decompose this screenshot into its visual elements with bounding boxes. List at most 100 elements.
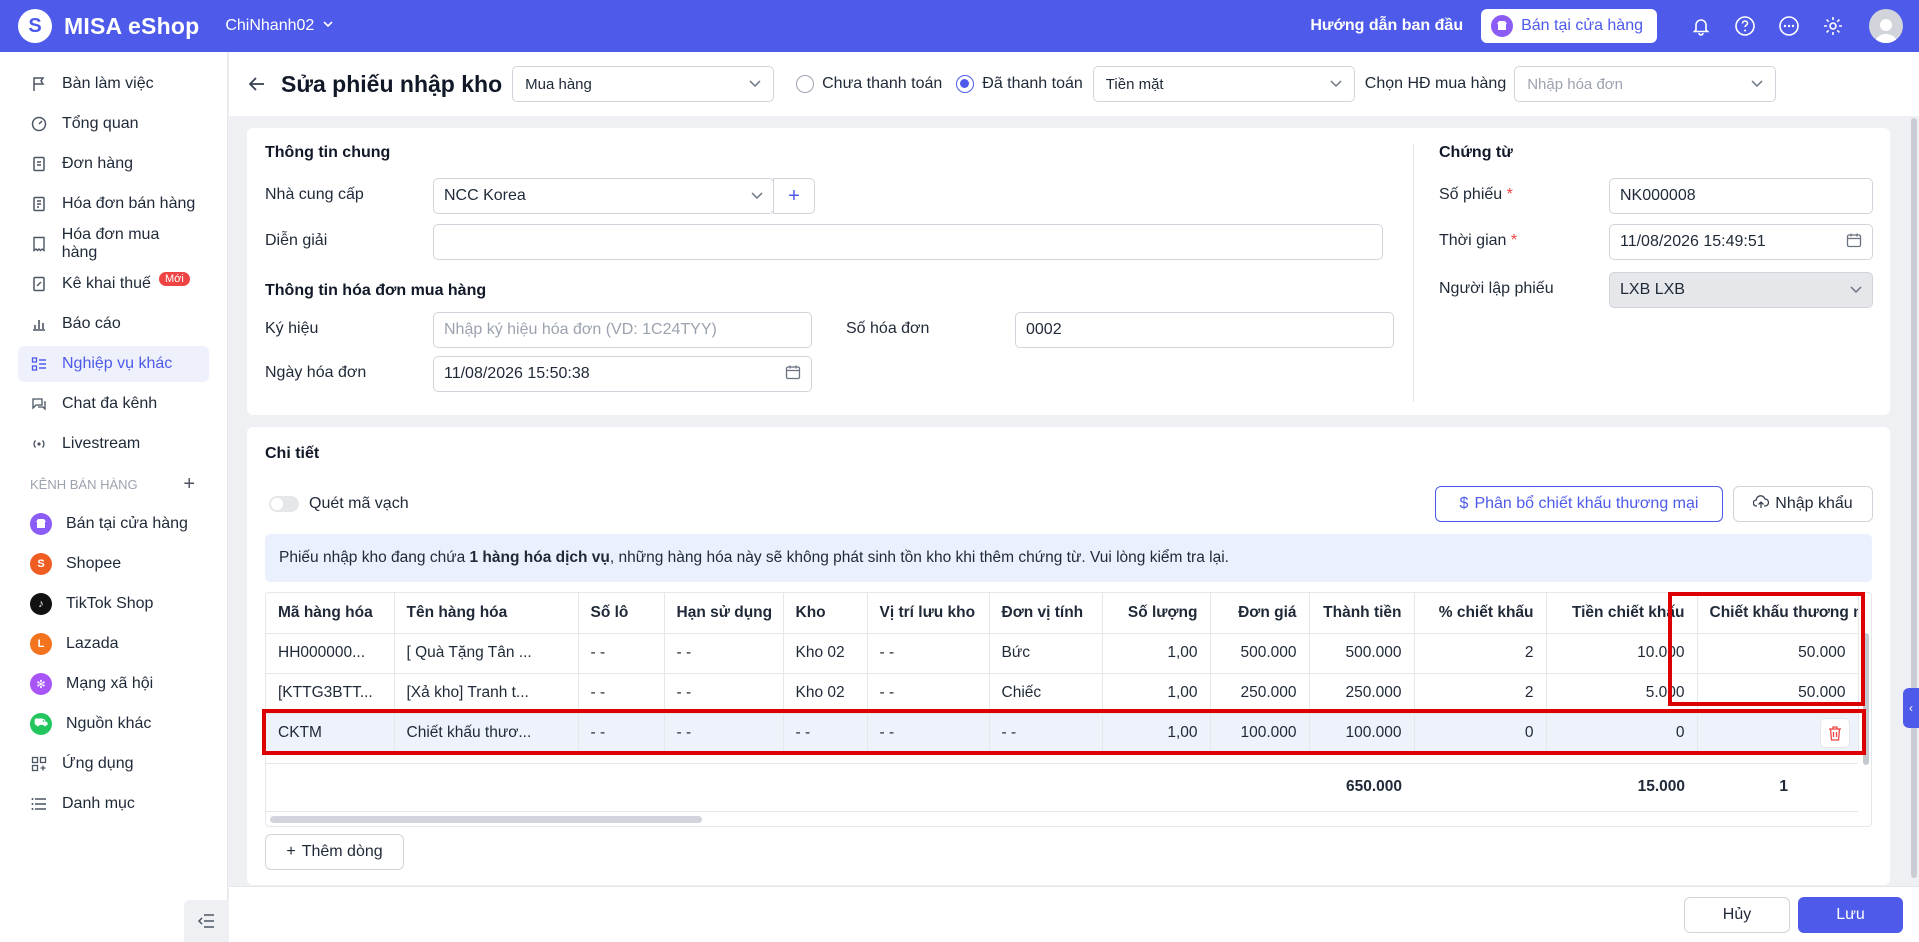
table-cell[interactable]: 250.000 <box>1309 673 1415 714</box>
page-scrollbar[interactable] <box>1911 118 1917 878</box>
side-panel-toggle[interactable]: ‹ <box>1903 688 1919 728</box>
table-cell[interactable]: 1,00 <box>1102 633 1211 674</box>
sidebar-channel-tiktok[interactable]: ♪ TikTok Shop <box>18 586 209 622</box>
symbol-input[interactable]: Nhập ký hiệu hóa đơn (VD: 1C24TYY) <box>433 312 812 348</box>
table-cell[interactable]: - - <box>867 633 990 674</box>
table-cell[interactable]: Chiếc <box>989 673 1103 714</box>
sidebar-item-desk[interactable]: Bàn làm việc <box>18 66 209 102</box>
sidebar-item-catalog[interactable]: Danh mục <box>18 786 209 822</box>
unpaid-radio[interactable]: Chưa thanh toán <box>796 75 942 93</box>
sidebar-item-other-operations[interactable]: Nghiệp vụ khác <box>18 346 209 382</box>
vertical-scrollbar[interactable] <box>1863 633 1869 765</box>
sidebar-item-overview[interactable]: Tổng quan <box>18 106 209 142</box>
table-cell[interactable]: - - <box>664 673 784 714</box>
table-cell[interactable]: 100.000 <box>1210 713 1310 754</box>
table-row[interactable]: CKTM Chiết khấu thươ... - - - - - - - - … <box>266 713 1859 754</box>
column-header[interactable]: Số lượng <box>1102 593 1211 634</box>
table-cell[interactable]: Chiết khấu thươ... <box>394 713 579 754</box>
back-arrow-icon[interactable] <box>243 70 271 98</box>
column-header[interactable]: Tiền chiết khấu <box>1546 593 1698 634</box>
sidebar-item-apps[interactable]: Ứng dụng <box>18 746 209 782</box>
invoice-date-picker[interactable]: 11/08/2026 15:50:38 <box>433 356 812 392</box>
column-header[interactable]: Đơn giá <box>1210 593 1310 634</box>
supplier-select[interactable]: NCC Korea <box>433 178 774 214</box>
more-icon[interactable] <box>1776 13 1802 39</box>
table-cell[interactable]: 500.000 <box>1309 633 1415 674</box>
voucher-no-input[interactable]: NK000008 <box>1609 178 1873 214</box>
gear-icon[interactable] <box>1820 13 1846 39</box>
table-cell[interactable] <box>1697 713 1859 754</box>
table-row[interactable]: [KTTG3BTT... [Xả kho] Tranh t... - - - -… <box>266 673 1859 714</box>
voucher-type-select[interactable]: Mua hàng <box>512 66 775 102</box>
table-cell[interactable]: CKTM <box>266 713 395 754</box>
table-cell[interactable]: Bức <box>989 633 1103 674</box>
branch-selector[interactable]: ChiNhanh02 <box>225 17 334 35</box>
purchase-contract-select[interactable]: Nhập hóa đơn <box>1514 66 1777 102</box>
column-header[interactable]: Kho <box>783 593 868 634</box>
import-button[interactable]: Nhập khẩu <box>1733 486 1873 522</box>
help-icon[interactable] <box>1732 13 1758 39</box>
payment-method-select[interactable]: Tiền mặt <box>1092 66 1355 102</box>
table-cell[interactable]: - - <box>664 713 784 754</box>
sidebar-item-livestream[interactable]: Livestream <box>18 426 209 462</box>
table-cell[interactable]: - - <box>867 713 990 754</box>
column-header[interactable]: Tên hàng hóa <box>394 593 579 634</box>
table-cell[interactable]: Kho 02 <box>783 673 868 714</box>
store-sale-button[interactable]: Bán tại cửa hàng <box>1481 9 1657 43</box>
table-cell[interactable]: [ Quà Tặng Tân ... <box>394 633 579 674</box>
table-cell[interactable]: Kho 02 <box>783 633 868 674</box>
table-cell[interactable]: [Xả kho] Tranh t... <box>394 673 579 714</box>
barcode-toggle[interactable]: Quét mã vạch <box>269 495 409 513</box>
bell-icon[interactable] <box>1688 13 1714 39</box>
table-cell[interactable]: 50.000 <box>1697 673 1859 714</box>
sidebar-channel-store[interactable]: Bán tại cửa hàng <box>18 506 209 542</box>
add-row-button[interactable]: + Thêm dòng <box>265 834 404 870</box>
table-cell[interactable]: - - <box>664 633 784 674</box>
table-cell[interactable]: 250.000 <box>1210 673 1310 714</box>
description-input[interactable] <box>433 224 1383 260</box>
table-cell[interactable]: - - <box>989 713 1103 754</box>
column-header[interactable]: Vị trí lưu kho <box>867 593 990 634</box>
save-button[interactable]: Lưu <box>1798 897 1903 933</box>
guide-link[interactable]: Hướng dẫn ban đầu <box>1310 17 1463 35</box>
cancel-button[interactable]: Hủy <box>1684 897 1790 933</box>
table-cell[interactable]: - - <box>783 713 868 754</box>
sidebar-channel-shopee[interactable]: S Shopee <box>18 546 209 582</box>
trash-icon[interactable] <box>1819 718 1850 748</box>
sidebar-item-reports[interactable]: Báo cáo <box>18 306 209 342</box>
allocate-discount-button[interactable]: $ Phân bổ chiết khấu thương mại <box>1435 486 1723 522</box>
table-cell[interactable]: - - <box>578 713 665 754</box>
invoice-number-input[interactable]: 0002 <box>1015 312 1394 348</box>
table-cell[interactable]: 50.000 <box>1697 633 1859 674</box>
table-cell[interactable]: 1,00 <box>1102 713 1211 754</box>
table-cell[interactable]: - - <box>578 633 665 674</box>
column-header[interactable]: Hạn sử dụng <box>664 593 784 634</box>
sidebar-channel-other[interactable]: ⛟ Nguồn khác <box>18 706 209 742</box>
column-header[interactable]: Mã hàng hóa <box>266 593 395 634</box>
sidebar-item-sales-invoice[interactable]: Hóa đơn bán hàng <box>18 186 209 222</box>
table-cell[interactable]: 1,00 <box>1102 673 1211 714</box>
sidebar-channel-lazada[interactable]: L Lazada <box>18 626 209 662</box>
app-logo[interactable]: S MISA eShop <box>18 9 199 43</box>
table-row[interactable]: HH000000... [ Quà Tặng Tân ... - - - - K… <box>266 633 1859 674</box>
collapse-sidebar-icon[interactable] <box>184 900 228 942</box>
column-header[interactable]: Số lô <box>578 593 665 634</box>
sidebar-item-purchase-invoice[interactable]: Hóa đơn mua hàng <box>18 226 209 262</box>
voucher-time-picker[interactable]: 11/08/2026 15:49:51 <box>1609 224 1873 260</box>
table-cell[interactable]: 100.000 <box>1309 713 1415 754</box>
add-channel-icon[interactable]: + <box>183 473 195 496</box>
table-cell[interactable]: 2 <box>1414 633 1547 674</box>
sidebar-item-orders[interactable]: Đơn hàng <box>18 146 209 182</box>
sidebar-item-tax[interactable]: Kê khai thuế Mới <box>18 266 209 302</box>
scrollbar-thumb[interactable] <box>270 815 702 823</box>
table-cell[interactable]: 0 <box>1546 713 1698 754</box>
add-supplier-button[interactable]: + <box>773 178 815 214</box>
column-header[interactable]: Chiết khấu thương mại <box>1697 593 1859 634</box>
paid-radio[interactable]: Đã thanh toán <box>956 75 1083 93</box>
avatar[interactable] <box>1869 9 1903 43</box>
table-cell[interactable]: 2 <box>1414 673 1547 714</box>
table-cell[interactable]: HH000000... <box>266 633 395 674</box>
column-header[interactable]: % chiết khấu <box>1414 593 1547 634</box>
table-cell[interactable]: 500.000 <box>1210 633 1310 674</box>
table-cell[interactable]: 10.000 <box>1546 633 1698 674</box>
